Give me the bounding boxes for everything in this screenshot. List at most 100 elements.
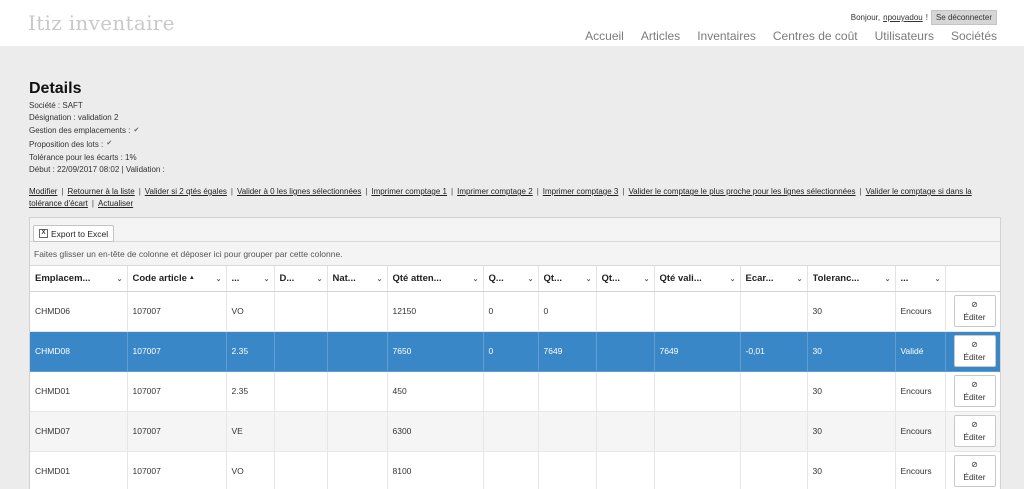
column-header-label: Ecar... [745,272,774,284]
table-row[interactable]: CHMD08 107007 2.35 7650 0 7649 7649 -0,01 30 Vali… [30,331,1000,372]
column-header[interactable]: Code article ▲ ⌄ [127,266,227,292]
excel-icon: X [39,229,48,238]
table-cell: 107007 [127,291,227,332]
column-menu-icon[interactable]: ⌄ [885,275,891,283]
column-menu-icon[interactable]: ⌄ [216,275,222,283]
column-header[interactable]: Toleranc... ⌄ [807,266,896,292]
export-excel-button[interactable]: X Export to Excel [33,225,115,242]
column-header[interactable]: Q... ⌄ [483,266,539,292]
edit-icon: ⊘ [971,420,978,429]
edit-label: Éditer [963,392,986,402]
table-cell: CHMD07 [30,411,128,452]
edit-button[interactable]: ⊘ Éditer [953,455,996,487]
column-header[interactable]: Qté atten... ⌄ [387,266,484,292]
column-header[interactable]: Emplacem... ⌄ [30,266,128,292]
table-cell: 107007 [127,371,227,412]
table-row[interactable]: CHMD06 107007 VO 12150 0 0 30 Encours ⊘ Éditer [30,291,1000,332]
table-cell [596,331,655,372]
imprimer-comptage-3-link[interactable]: Imprimer comptage 3 [543,187,619,196]
table-cell [596,411,655,452]
column-menu-icon[interactable]: ⌄ [117,275,123,283]
table-cell: -0,01 [740,331,808,372]
valider-plus-proche-link[interactable]: Valider le comptage le plus proche pour … [628,187,855,196]
column-header-label: Q... [488,272,504,284]
table-cell: VO [226,291,275,332]
main-nav: Accueil Articles Inventaires Centres de … [585,29,997,43]
edit-button[interactable]: ⊘ Éditer [953,415,996,447]
column-header-label: Qt... [601,272,620,284]
column-menu-icon[interactable]: ⌄ [935,275,941,283]
table-cell [274,371,328,412]
greeting-text: Bonjour, [850,13,881,22]
table-cell [327,411,388,452]
table-cell: CHMD08 [30,331,128,372]
edit-button[interactable]: ⊘ Éditer [953,335,996,367]
column-header[interactable]: Qt... ⌄ [538,266,597,292]
edit-icon: ⊘ [971,460,978,469]
edit-button[interactable]: ⊘ Éditer [953,295,996,327]
table-row[interactable]: CHMD07 107007 VE 6300 30 Encours ⊘ Éditer [30,411,1000,452]
valider-2-qtes-link[interactable]: Valider si 2 qtés égales [145,187,227,196]
edit-button[interactable]: ⊘ Éditer [953,375,996,407]
edit-icon: ⊘ [971,380,978,389]
column-header[interactable]: Qt... ⌄ [596,266,655,292]
table-cell [274,331,328,372]
valider-a-0-link[interactable]: Valider à 0 les lignes sélectionnées [237,187,361,196]
column-menu-icon[interactable]: ⌄ [377,275,383,283]
group-drop-zone[interactable]: Faites glisser un en-tête de colonne et … [30,242,1000,266]
column-header-label: Toleranc... [812,272,860,284]
table-cell [596,451,655,489]
column-menu-icon[interactable]: ⌄ [264,275,270,283]
edit-icon: ⊘ [971,340,978,349]
column-header[interactable]: Qté vali... ⌄ [654,266,741,292]
societe-text: Société : SAFT [29,101,83,110]
table-cell: 7649 [538,331,597,372]
imprimer-comptage-2-link[interactable]: Imprimer comptage 2 [457,187,533,196]
column-menu-icon[interactable]: ⌄ [586,275,592,283]
column-header-label: Qté atten... [392,272,442,284]
table-row[interactable]: CHMD01 107007 VO 8100 30 Encours ⊘ Éditer [30,451,1000,489]
nav-item-inventaires[interactable]: Inventaires [697,29,756,43]
retourner-liste-link[interactable]: Retourner à la liste [68,187,135,196]
logout-button[interactable]: Se déconnecter [930,10,997,25]
column-header[interactable] [945,266,1000,292]
nav-item-articles[interactable]: Articles [641,29,680,43]
modifier-link[interactable]: Modifier [29,187,57,196]
table-row[interactable]: CHMD01 107007 2.35 450 30 Encours ⊘ Éditer [30,371,1000,412]
table-cell [538,411,597,452]
imprimer-comptage-1-link[interactable]: Imprimer comptage 1 [371,187,447,196]
column-menu-icon[interactable]: ⌄ [317,275,323,283]
table-cell [740,451,808,489]
table-cell [596,291,655,332]
details-panel: Details Société : SAFT Désignation : val… [29,80,165,175]
column-header[interactable]: Ecar... ⌄ [740,266,808,292]
column-header[interactable]: ... ⌄ [226,266,275,292]
nav-item-centres-de-cout[interactable]: Centres de coût [773,29,858,43]
edit-label: Éditer [963,432,986,442]
actualiser-link[interactable]: Actualiser [98,199,133,208]
column-menu-icon[interactable]: ⌄ [797,275,803,283]
proposition-row: Proposition des lots : ✔ [29,139,165,151]
column-menu-icon[interactable]: ⌄ [528,275,534,283]
table-cell [740,371,808,412]
column-menu-icon[interactable]: ⌄ [473,275,479,283]
column-menu-icon[interactable]: ⌄ [730,275,736,283]
table-cell: 8100 [387,451,484,489]
column-header-label: Qté vali... [659,272,702,284]
table-cell: 0 [538,291,597,332]
column-menu-icon[interactable]: ⌄ [644,275,650,283]
table-cell: 30 [807,331,896,372]
column-header-label: Code article [132,272,187,284]
column-header[interactable]: D... ⌄ [274,266,328,292]
column-header[interactable]: Nat... ⌄ [327,266,388,292]
nav-item-accueil[interactable]: Accueil [585,29,624,43]
table-cell [740,291,808,332]
table-cell [274,451,328,489]
column-header[interactable]: ... ⌄ [895,266,946,292]
table-cell [596,371,655,412]
app-title[interactable]: Itiz inventaire [28,11,175,35]
nav-item-utilisateurs[interactable]: Utilisateurs [875,29,934,43]
nav-item-societes[interactable]: Sociétés [951,29,997,43]
username-link[interactable]: npouyadou [883,13,923,22]
column-header-label: ... [900,272,909,284]
